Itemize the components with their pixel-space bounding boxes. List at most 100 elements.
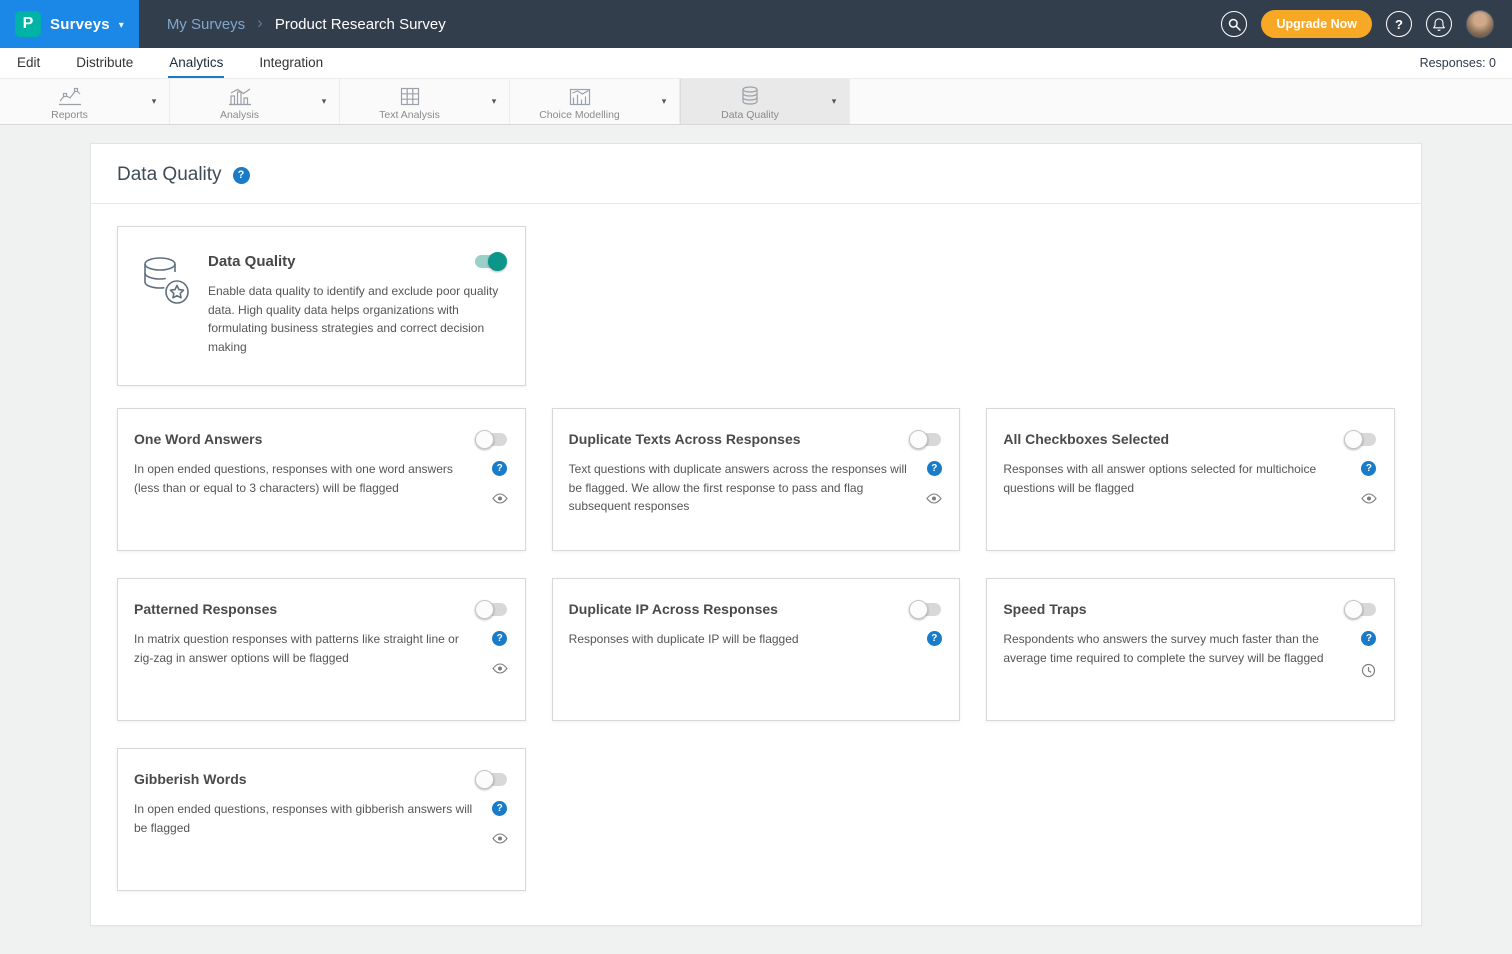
data-quality-panel: Data Quality ? Data bbox=[90, 143, 1422, 926]
card-description: Responses with all answer options select… bbox=[1003, 460, 1348, 504]
toggle-knob bbox=[909, 430, 928, 449]
help-glyph: ? bbox=[1366, 463, 1372, 474]
duplicate-texts-across-responses-toggle[interactable] bbox=[911, 433, 941, 446]
toolbar-item-label: Data Quality bbox=[721, 109, 779, 121]
card-gibberish-words: Gibberish Words In open ended questions,… bbox=[117, 748, 526, 891]
feature-card-title: Data Quality bbox=[208, 253, 296, 270]
line-chart-icon bbox=[58, 86, 82, 106]
card-description: In matrix question responses with patter… bbox=[134, 630, 479, 674]
help-icon[interactable]: ? bbox=[1361, 631, 1376, 646]
patterned-responses-toggle[interactable] bbox=[477, 603, 507, 616]
page-title: Data Quality bbox=[117, 164, 222, 186]
main-content: Data Quality ? Data bbox=[0, 125, 1512, 954]
questionpro-logo-icon: P bbox=[15, 11, 41, 37]
toggle-knob bbox=[1344, 600, 1363, 619]
eye-icon[interactable] bbox=[492, 663, 508, 674]
upgrade-now-button[interactable]: Upgrade Now bbox=[1261, 10, 1372, 38]
user-avatar[interactable] bbox=[1466, 10, 1494, 38]
analytics-toolbar: Reports ▾ Analysis ▾ Text Analysis ▾ Cho… bbox=[0, 79, 1512, 125]
speed-traps-toggle[interactable] bbox=[1346, 603, 1376, 616]
data-quality-toggle[interactable] bbox=[475, 255, 505, 268]
toolbar-item-analysis[interactable]: Analysis ▾ bbox=[170, 79, 340, 124]
chevron-down-icon: ▾ bbox=[119, 20, 124, 31]
chevron-down-icon[interactable]: ▾ bbox=[649, 96, 679, 107]
card-one-word-answers: One Word Answers In open ended questions… bbox=[117, 408, 526, 551]
table-grid-icon bbox=[400, 86, 420, 106]
topbar-actions: Upgrade Now ? bbox=[1221, 10, 1512, 38]
database-icon bbox=[741, 86, 759, 106]
card-title: Duplicate Texts Across Responses bbox=[569, 431, 801, 447]
toggle-knob bbox=[475, 600, 494, 619]
card-description: Responses with duplicate IP will be flag… bbox=[569, 630, 914, 649]
help-glyph: ? bbox=[931, 463, 937, 474]
one-word-answers-toggle[interactable] bbox=[477, 433, 507, 446]
card-title: Speed Traps bbox=[1003, 601, 1086, 617]
toggle-knob bbox=[488, 252, 507, 271]
help-glyph: ? bbox=[1366, 633, 1372, 644]
survey-nav-tabs-items: Edit Distribute Analytics Integration bbox=[16, 48, 358, 78]
card-icon-rail: ? bbox=[491, 460, 509, 504]
panel-body: Data Quality Enable data quality to iden… bbox=[91, 204, 1421, 925]
panel-header: Data Quality ? bbox=[91, 144, 1421, 204]
toolbar-item-label: Choice Modelling bbox=[539, 109, 620, 121]
card-description: Text questions with duplicate answers ac… bbox=[569, 460, 914, 516]
eye-icon[interactable] bbox=[492, 493, 508, 504]
product-switcher[interactable]: P Surveys ▾ bbox=[0, 0, 139, 48]
toolbar-item-label: Analysis bbox=[220, 109, 259, 121]
help-icon[interactable]: ? bbox=[1386, 11, 1412, 37]
eye-icon[interactable] bbox=[1361, 493, 1377, 504]
toggle-knob bbox=[1344, 430, 1363, 449]
search-icon[interactable] bbox=[1221, 11, 1247, 37]
card-icon-rail: ? bbox=[491, 630, 509, 674]
tab-distribute[interactable]: Distribute bbox=[75, 48, 134, 78]
topbar: P Surveys ▾ My Surveys › Product Researc… bbox=[0, 0, 1512, 48]
help-icon[interactable]: ? bbox=[1361, 461, 1376, 476]
gibberish-words-toggle[interactable] bbox=[477, 773, 507, 786]
help-glyph: ? bbox=[238, 169, 245, 181]
help-icon[interactable]: ? bbox=[927, 631, 942, 646]
tab-analytics[interactable]: Analytics bbox=[168, 48, 224, 78]
toolbar-item-reports[interactable]: Reports ▾ bbox=[0, 79, 170, 124]
chevron-down-icon[interactable]: ▾ bbox=[479, 96, 509, 107]
card-title: Duplicate IP Across Responses bbox=[569, 601, 778, 617]
clock-icon[interactable] bbox=[1361, 663, 1376, 678]
toggle-knob bbox=[475, 770, 494, 789]
chevron-down-icon[interactable]: ▾ bbox=[139, 96, 169, 107]
card-data-quality-master: Data Quality Enable data quality to iden… bbox=[117, 226, 526, 386]
chevron-down-icon[interactable]: ▾ bbox=[309, 96, 339, 107]
product-name: Surveys bbox=[50, 16, 110, 33]
card-icon-rail: ? bbox=[1360, 460, 1378, 504]
help-glyph: ? bbox=[497, 803, 503, 814]
card-title: Gibberish Words bbox=[134, 771, 247, 787]
logo-glyph: P bbox=[23, 15, 34, 33]
toolbar-item-choice-modelling[interactable]: Choice Modelling ▾ bbox=[510, 79, 680, 124]
eye-icon[interactable] bbox=[926, 493, 942, 504]
help-icon[interactable]: ? bbox=[233, 167, 250, 184]
chevron-down-icon[interactable]: ▾ bbox=[819, 96, 849, 107]
card-icon-rail: ? bbox=[925, 630, 943, 649]
card-icon-rail: ? bbox=[1360, 630, 1378, 678]
card-icon-rail: ? bbox=[925, 460, 943, 516]
breadcrumb-my-surveys[interactable]: My Surveys bbox=[167, 16, 245, 33]
tab-integration[interactable]: Integration bbox=[258, 48, 324, 78]
help-icon[interactable]: ? bbox=[927, 461, 942, 476]
data-quality-database-star-icon bbox=[136, 255, 192, 365]
eye-icon[interactable] bbox=[492, 833, 508, 844]
toggle-knob bbox=[475, 430, 494, 449]
breadcrumb: My Surveys › Product Research Survey bbox=[167, 15, 446, 33]
toolbar-item-data-quality[interactable]: Data Quality ▾ bbox=[680, 79, 850, 124]
breadcrumb-chevron-icon: › bbox=[257, 13, 263, 33]
notifications-bell-icon[interactable] bbox=[1426, 11, 1452, 37]
help-icon[interactable]: ? bbox=[492, 801, 507, 816]
card-title: Patterned Responses bbox=[134, 601, 277, 617]
toolbar-item-text-analysis[interactable]: Text Analysis ▾ bbox=[340, 79, 510, 124]
card-title: One Word Answers bbox=[134, 431, 262, 447]
all-checkboxes-selected-toggle[interactable] bbox=[1346, 433, 1376, 446]
card-description: Respondents who answers the survey much … bbox=[1003, 630, 1348, 678]
card-icon-rail: ? bbox=[491, 800, 509, 844]
tab-edit[interactable]: Edit bbox=[16, 48, 41, 78]
help-icon[interactable]: ? bbox=[492, 461, 507, 476]
duplicate-ip-across-responses-toggle[interactable] bbox=[911, 603, 941, 616]
card-title: All Checkboxes Selected bbox=[1003, 431, 1169, 447]
help-icon[interactable]: ? bbox=[492, 631, 507, 646]
